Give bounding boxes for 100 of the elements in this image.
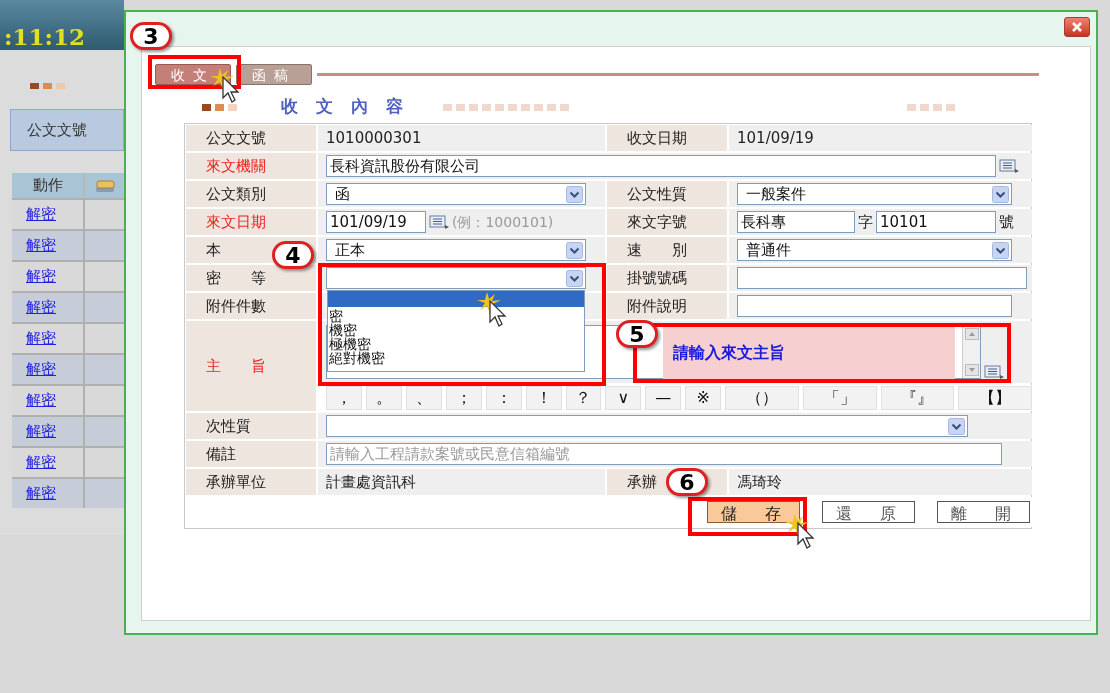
punctuation-button[interactable]: ※ xyxy=(685,386,722,410)
list-picker-icon[interactable] xyxy=(429,215,449,229)
decrypt-link[interactable]: 解密 xyxy=(26,389,56,412)
punctuation-button[interactable]: ， xyxy=(326,386,362,410)
clock-text: :11:12 xyxy=(4,25,85,48)
select-value: 正本 xyxy=(335,239,365,261)
field-label: 主 旨 xyxy=(206,355,266,377)
field-label: 附件件數 xyxy=(206,295,266,317)
punctuation-button[interactable]: ？ xyxy=(565,386,602,410)
decoration-square xyxy=(481,103,491,111)
dropdown-option[interactable]: 密 xyxy=(328,309,584,323)
list-picker-icon[interactable] xyxy=(999,159,1019,173)
select-field[interactable]: 函 xyxy=(326,183,586,205)
punctuation-button[interactable]: （） xyxy=(725,386,799,410)
field-label: 承辦單位 xyxy=(206,471,266,493)
field-label: 公文文號 xyxy=(206,127,266,149)
punctuation-button[interactable]: — xyxy=(645,386,682,410)
input-field[interactable]: 長科專 xyxy=(737,211,855,233)
form-button[interactable]: 還 原 xyxy=(822,501,915,523)
decoration-square xyxy=(520,103,530,111)
field-text: 字 xyxy=(858,211,873,233)
input-field[interactable] xyxy=(737,267,1027,289)
form-button[interactable]: 儲 存 xyxy=(707,501,800,523)
select-value: 函 xyxy=(335,183,350,205)
field-label: 來文機關 xyxy=(206,155,266,177)
scroll-up-icon[interactable] xyxy=(964,328,979,340)
dropdown-option[interactable]: 極機密 xyxy=(328,337,584,351)
subject-placeholder: 請輸入來文主旨 xyxy=(663,327,955,379)
punctuation-button[interactable]: ； xyxy=(445,386,482,410)
decoration-square xyxy=(442,103,452,111)
header-label: 公文文號 xyxy=(10,109,124,151)
dropdown-option[interactable] xyxy=(328,291,584,307)
decoration-square xyxy=(945,103,955,111)
format-hint: (例：1000101) xyxy=(452,212,554,232)
decoration-square xyxy=(202,103,211,111)
decoration-square xyxy=(906,103,916,111)
select-field[interactable]: 正本 xyxy=(326,239,586,261)
field-label: 附件說明 xyxy=(627,295,687,317)
field-label: 掛號號碼 xyxy=(627,267,687,289)
punctuation-button[interactable]: ： xyxy=(485,386,522,410)
input-field[interactable]: 10101 xyxy=(876,211,996,233)
input-field[interactable] xyxy=(737,295,1012,317)
decrypt-link[interactable]: 解密 xyxy=(26,234,56,257)
decoration-square xyxy=(919,103,929,111)
field-label: 備註 xyxy=(206,443,236,465)
decoration-square xyxy=(215,103,224,111)
punctuation-button[interactable]: 、 xyxy=(405,386,442,410)
field-label: 承辦 xyxy=(627,471,657,493)
decrypt-link[interactable]: 解密 xyxy=(26,358,56,381)
close-button[interactable] xyxy=(1064,17,1090,37)
field-text: 號 xyxy=(999,211,1014,233)
punctuation-button[interactable]: 【】 xyxy=(958,386,1033,410)
field-label: 來文字號 xyxy=(627,211,687,233)
field-label: 來文日期 xyxy=(206,211,266,233)
select-value: 普通件 xyxy=(746,239,791,261)
dropdown-option[interactable]: 機密 xyxy=(328,323,584,337)
field-label: 公文性質 xyxy=(627,183,687,205)
decrypt-link[interactable]: 解密 xyxy=(26,296,56,319)
scroll-down-icon[interactable] xyxy=(964,364,979,376)
field-label: 密 等 xyxy=(206,267,266,289)
section-title: 收 文 內 容 xyxy=(281,95,409,119)
dropdown-option[interactable]: 絕對機密 xyxy=(328,351,584,365)
field-label: 本 xyxy=(206,239,221,261)
punctuation-button[interactable]: 『』 xyxy=(880,386,955,410)
decoration-square xyxy=(30,83,39,89)
decrypt-link[interactable]: 解密 xyxy=(26,265,56,288)
decoration-square xyxy=(546,103,556,111)
book-stack-icon xyxy=(93,178,116,193)
decrypt-link[interactable]: 解密 xyxy=(26,327,56,350)
punctuation-button[interactable]: 「」 xyxy=(802,386,877,410)
list-picker-icon[interactable] xyxy=(984,365,1004,379)
decrypt-link[interactable]: 解密 xyxy=(26,420,56,443)
field-label: 收文日期 xyxy=(627,127,687,149)
punctuation-button[interactable]: 。 xyxy=(365,386,402,410)
decoration-square xyxy=(56,83,65,89)
decoration-square xyxy=(494,103,504,111)
decrypt-link[interactable]: 解密 xyxy=(26,482,56,505)
select-field[interactable]: 普通件 xyxy=(737,239,1012,261)
field-label: 公文類別 xyxy=(206,183,266,205)
decoration-square xyxy=(228,103,237,111)
input-field[interactable]: 長科資訊股份有限公司 xyxy=(326,155,996,177)
decoration-square xyxy=(468,103,478,111)
punctuation-button[interactable]: ！ xyxy=(525,386,562,410)
input-field[interactable]: 請輸入工程請款案號或民意信箱編號 xyxy=(326,443,1002,465)
select-field[interactable] xyxy=(326,415,968,437)
field-label: 速 別 xyxy=(627,239,687,261)
field-value: 101/09/19 xyxy=(737,127,814,149)
decrypt-link[interactable]: 解密 xyxy=(26,451,56,474)
punctuation-button[interactable]: ∨ xyxy=(605,386,642,410)
field-label: 次性質 xyxy=(206,415,251,437)
input-field[interactable]: 101/09/19 xyxy=(326,211,426,233)
select-field[interactable]: 一般案件 xyxy=(737,183,1012,205)
form-button[interactable]: 離 開 xyxy=(937,501,1030,523)
field-value: 馮琦玲 xyxy=(737,471,782,493)
field-value: 計畫處資訊科 xyxy=(326,471,416,493)
select-field[interactable] xyxy=(326,267,586,289)
decrypt-link[interactable]: 解密 xyxy=(26,203,56,226)
decoration-square xyxy=(43,83,52,89)
column-header: 動作 xyxy=(12,173,85,198)
scrollbar[interactable] xyxy=(962,326,980,378)
